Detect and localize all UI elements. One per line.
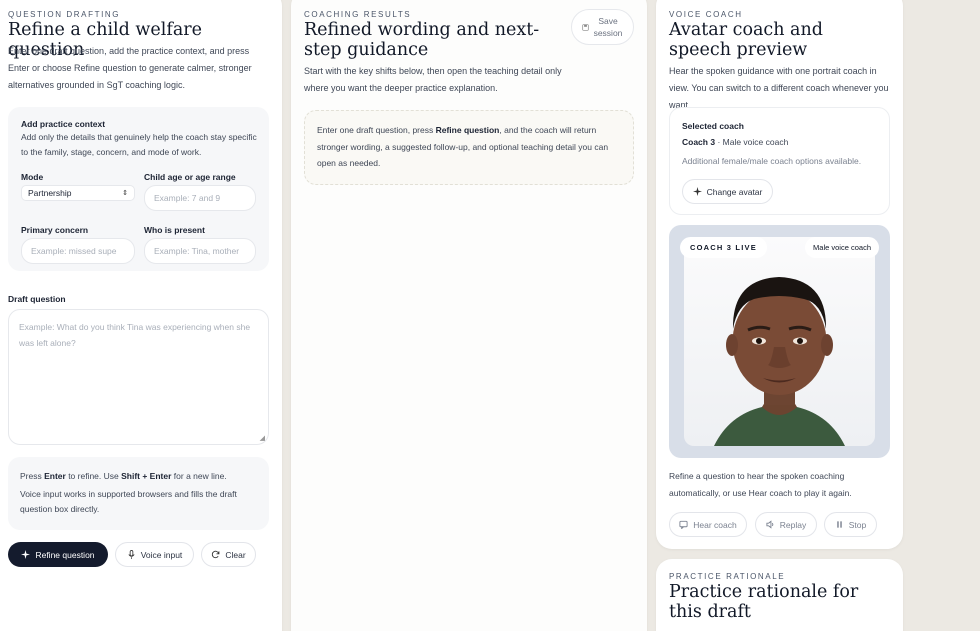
refine-question-button[interactable]: Refine question	[8, 542, 108, 567]
draft-question-placeholder: Example: What do you think Tina was expe…	[19, 322, 251, 348]
empty-state-box: Enter one draft question, press Refine q…	[304, 110, 634, 185]
voice-coach-title: Avatar coach and speech preview	[669, 20, 823, 60]
voice-type-badge: Male voice coach	[805, 237, 879, 258]
clear-button[interactable]: Clear	[201, 542, 256, 567]
replay-button[interactable]: Replay	[755, 512, 817, 537]
hear-coach-button[interactable]: Hear coach	[669, 512, 747, 537]
coach-name: Coach 3	[682, 137, 716, 147]
voice-input-label: Voice input	[140, 549, 183, 560]
hint-text: Press	[20, 471, 45, 481]
selected-coach-line: Coach 3 · Male voice coach	[682, 137, 789, 147]
stop-label: Stop	[848, 519, 867, 530]
change-avatar-button[interactable]: Change avatar	[682, 179, 773, 204]
selected-coach-label: Selected coach	[682, 121, 744, 131]
coach-voice: Male voice coach	[722, 137, 789, 147]
primary-concern-label: Primary concern	[21, 225, 89, 235]
save-session-label: Save session	[593, 16, 623, 38]
practice-context-description: Add only the details that genuinely help…	[21, 132, 257, 157]
child-age-input[interactable]: Example: 7 and 9	[144, 185, 256, 211]
coach-avatar-image	[714, 277, 845, 446]
draft-question-label: Draft question	[8, 294, 66, 304]
pause-icon	[837, 521, 842, 528]
sparkle-icon	[21, 550, 31, 559]
selected-coach-card: Selected coach Coach 3 · Male voice coac…	[669, 107, 890, 215]
keyboard-hint-panel: Press Enter to refine. Use Shift + Enter…	[8, 457, 269, 530]
coaching-results-panel: COACHING RESULTS Refined wording and nex…	[291, 0, 647, 631]
hear-coach-label: Hear coach	[693, 519, 737, 530]
sparkle-icon	[692, 187, 702, 196]
refine-question-label: Refine question	[35, 549, 95, 560]
question-drafting-panel: QUESTION DRAFTING Refine a child welfare…	[0, 0, 282, 631]
voice-coach-panel: VOICE COACH Avatar coach and speech prev…	[656, 0, 903, 549]
voice-coach-eyebrow: VOICE COACH	[669, 10, 743, 19]
empty-state-text: Enter one draft question, press Refine q…	[317, 122, 623, 172]
empty-text-bold: Refine question	[435, 125, 500, 135]
change-avatar-label: Change avatar	[706, 186, 763, 197]
clear-label: Clear	[225, 549, 246, 560]
who-present-label: Who is present	[144, 225, 205, 235]
replay-label: Replay	[779, 519, 807, 530]
voice-input-hint: Voice input works in supported browsers …	[20, 489, 237, 514]
speaker-icon	[766, 520, 774, 529]
practice-context-panel: Add practice context Add only the detail…	[8, 107, 269, 271]
empty-text: Enter one draft question, press	[317, 125, 436, 135]
coach-live-badge: COACH 3 LIVE	[680, 237, 767, 258]
drafting-eyebrow: QUESTION DRAFTING	[8, 10, 121, 19]
save-icon	[582, 23, 589, 31]
resize-handle-icon[interactable]: ◢	[260, 434, 265, 442]
speech-bubble-icon	[679, 520, 688, 529]
refresh-icon	[212, 550, 220, 559]
coach-options-note: Additional female/male coach options ava…	[682, 156, 862, 166]
microphone-icon	[128, 550, 135, 559]
voice-input-button[interactable]: Voice input	[115, 542, 194, 567]
mode-select-value: Partnership	[28, 188, 72, 198]
drafting-description: Enter one draft question, add the practi…	[8, 46, 252, 90]
mode-select[interactable]: Partnership ⇕	[21, 185, 135, 201]
stop-button[interactable]: Stop	[824, 512, 877, 537]
hint-text: for a new line.	[171, 471, 227, 481]
keyboard-hint-line: Press Enter to refine. Use Shift + Enter…	[20, 469, 260, 484]
avatar-frame: COACH 3 LIVE Male voice coach	[669, 225, 890, 458]
rationale-eyebrow: PRACTICE RATIONALE	[669, 572, 786, 581]
hint-key-enter: Enter	[44, 471, 66, 481]
hint-key-shift-enter: Shift + Enter	[121, 471, 172, 481]
rationale-title: Practice rationale for this draft	[669, 582, 859, 622]
practice-rationale-panel: PRACTICE RATIONALE Practice rationale fo…	[656, 559, 903, 631]
results-description: Start with the key shifts below, then op…	[304, 66, 562, 93]
primary-concern-input[interactable]: Example: missed supe	[21, 238, 135, 264]
results-title: Refined wording and next-step guidance	[304, 20, 540, 60]
chevron-updown-icon: ⇕	[122, 190, 128, 197]
practice-context-heading: Add practice context	[21, 119, 106, 129]
child-age-label: Child age or age range	[144, 172, 236, 182]
hint-text: to refine. Use	[65, 471, 122, 481]
voice-coach-footer-text: Refine a question to hear the spoken coa…	[669, 471, 852, 498]
avatar-portrait	[684, 237, 875, 446]
save-session-button[interactable]: Save session	[571, 9, 634, 45]
draft-question-textarea[interactable]: Example: What do you think Tina was expe…	[8, 309, 269, 445]
who-present-input[interactable]: Example: Tina, mother	[144, 238, 256, 264]
mode-label: Mode	[21, 172, 44, 182]
results-eyebrow: COACHING RESULTS	[304, 10, 412, 19]
